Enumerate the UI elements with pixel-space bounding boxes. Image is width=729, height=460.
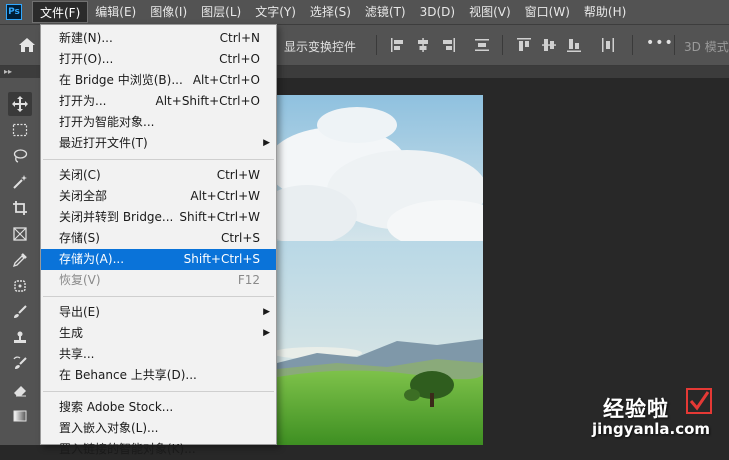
menu-item-share[interactable]: 共享...	[41, 344, 276, 365]
menu-item-browse-in-bridge[interactable]: 在 Bridge 中浏览(B)... Alt+Ctrl+O	[41, 70, 276, 91]
show-transform-controls-label[interactable]: 显示变换控件	[284, 38, 356, 55]
menu-item-open-as-smart-object[interactable]: 打开为智能对象...	[41, 112, 276, 133]
marquee-tool-icon[interactable]	[8, 118, 32, 142]
separator	[502, 35, 503, 55]
menu-item-close-all[interactable]: 关闭全部 Alt+Ctrl+W	[41, 186, 276, 207]
lasso-tool-icon[interactable]	[8, 144, 32, 168]
menu-item-save[interactable]: 存储(S) Ctrl+S	[41, 228, 276, 249]
gradient-tool-icon[interactable]	[8, 404, 32, 428]
menu-separator	[43, 159, 274, 160]
menu-select[interactable]: 选择(S)	[303, 1, 358, 23]
menu-item-place-linked[interactable]: 置入链接的智能对象(K)...	[41, 439, 276, 460]
menu-filter[interactable]: 滤镜(T)	[358, 1, 413, 23]
clone-stamp-tool-icon[interactable]	[8, 326, 32, 350]
menu-bar: Ps 文件(F) 编辑(E) 图像(I) 图层(L) 文字(Y) 选择(S) 滤…	[0, 0, 729, 25]
align-top-icon[interactable]	[516, 37, 532, 53]
align-right-icon[interactable]	[440, 37, 456, 53]
crop-tool-icon[interactable]	[8, 196, 32, 220]
menu-item-generate[interactable]: 生成 ▶	[41, 323, 276, 344]
menu-item-place-embedded[interactable]: 置入嵌入对象(L)...	[41, 418, 276, 439]
home-icon[interactable]	[18, 37, 36, 53]
separator	[376, 35, 377, 55]
menu-separator	[43, 391, 274, 392]
submenu-arrow-icon: ▶	[263, 138, 270, 148]
menu-3d[interactable]: 3D(D)	[413, 1, 462, 23]
menu-item-open-recent[interactable]: 最近打开文件(T) ▶	[41, 133, 276, 154]
menu-type[interactable]: 文字(Y)	[248, 1, 303, 23]
menu-item-open-as[interactable]: 打开为... Alt+Shift+Ctrl+O	[41, 91, 276, 112]
menu-item-share-on-behance[interactable]: 在 Behance 上共享(D)...	[41, 365, 276, 386]
magic-wand-tool-icon[interactable]	[8, 170, 32, 194]
submenu-arrow-icon: ▶	[263, 328, 270, 338]
align-bottom-icon[interactable]	[566, 37, 582, 53]
menu-item-open[interactable]: 打开(O)... Ctrl+O	[41, 49, 276, 70]
menu-item-close[interactable]: 关闭(C) Ctrl+W	[41, 165, 276, 186]
menu-file[interactable]: 文件(F)	[32, 1, 89, 23]
collapse-arrows-icon[interactable]: ▸▸	[4, 66, 12, 78]
menu-layer[interactable]: 图层(L)	[194, 1, 248, 23]
align-left-icon[interactable]	[390, 37, 406, 53]
submenu-arrow-icon: ▶	[263, 307, 270, 317]
photoshop-logo-icon[interactable]: Ps	[6, 4, 22, 20]
menu-window[interactable]: 窗口(W)	[518, 1, 577, 23]
checkmark-icon	[686, 388, 712, 414]
menu-item-close-and-go-to-bridge[interactable]: 关闭并转到 Bridge... Shift+Ctrl+W	[41, 207, 276, 228]
menu-separator	[43, 296, 274, 297]
eraser-tool-icon[interactable]	[8, 378, 32, 402]
menu-help[interactable]: 帮助(H)	[577, 1, 633, 23]
more-options-icon[interactable]: •••	[646, 35, 674, 51]
separator	[632, 35, 633, 55]
healing-brush-tool-icon[interactable]	[8, 274, 32, 298]
eyedropper-tool-icon[interactable]	[8, 248, 32, 272]
align-vertical-center-icon[interactable]	[541, 37, 557, 53]
menu-image[interactable]: 图像(I)	[143, 1, 194, 23]
menu-item-search-adobe-stock[interactable]: 搜索 Adobe Stock...	[41, 397, 276, 418]
brush-tool-icon[interactable]	[8, 300, 32, 324]
align-horizontal-center-icon[interactable]	[415, 37, 431, 53]
move-tool-icon[interactable]	[8, 92, 32, 116]
menu-item-export[interactable]: 导出(E) ▶	[41, 302, 276, 323]
menu-view[interactable]: 视图(V)	[462, 1, 518, 23]
file-menu-dropdown: 新建(N)... Ctrl+N 打开(O)... Ctrl+O 在 Bridge 中…	[40, 24, 277, 456]
3d-mode-label: 3D 模式：	[684, 40, 729, 54]
document-image[interactable]	[277, 95, 483, 445]
menu-edit[interactable]: 编辑(E)	[88, 1, 143, 23]
history-brush-tool-icon[interactable]	[8, 352, 32, 376]
frame-tool-icon[interactable]	[8, 222, 32, 246]
distribute-vertical-icon[interactable]	[600, 37, 616, 53]
watermark-text: 经验啦	[603, 397, 669, 421]
tools-panel	[0, 78, 41, 445]
separator	[674, 35, 675, 55]
distribute-icon[interactable]	[474, 37, 490, 53]
menu-item-revert: 恢复(V) F12	[59, 273, 260, 287]
menu-item-new[interactable]: 新建(N)... Ctrl+N	[41, 28, 276, 49]
watermark-url: jingyanla.com	[592, 420, 711, 438]
menu-item-save-as[interactable]: 存储为(A)... Shift+Ctrl+S	[41, 249, 276, 270]
